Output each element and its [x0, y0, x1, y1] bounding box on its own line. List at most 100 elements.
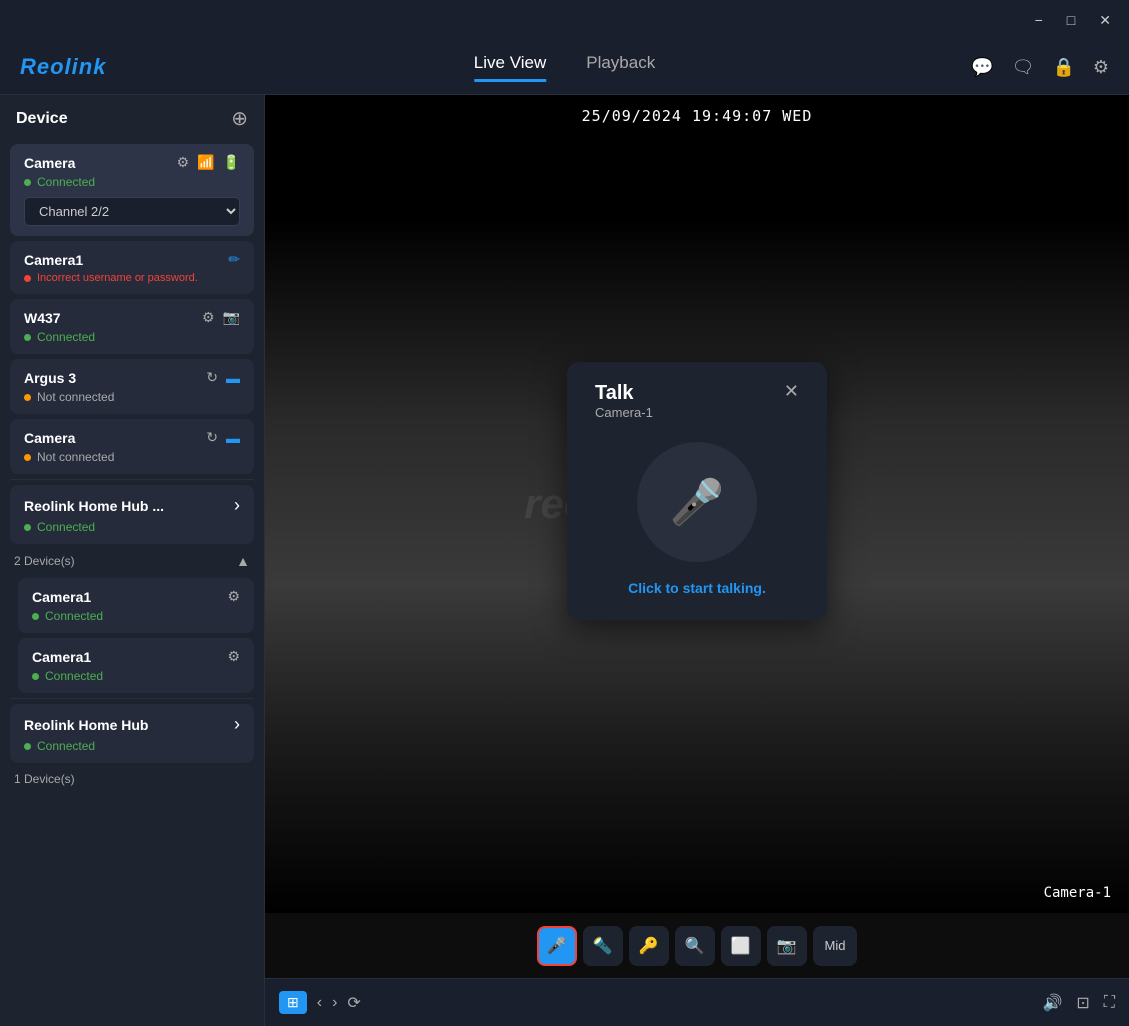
chevron-right-icon[interactable]: › — [234, 714, 240, 735]
chevron-right-icon[interactable]: › — [234, 495, 240, 516]
chat-icon-btn[interactable]: 💬 — [971, 57, 993, 78]
device-icons: ✏ — [228, 251, 240, 268]
device-group-hub2[interactable]: Reolink Home Hub › Connected — [10, 704, 254, 763]
talk-title-group: Talk Camera-1 — [595, 382, 653, 438]
refresh-icon[interactable]: ↻ — [206, 429, 218, 446]
sub-device-camera1-1[interactable]: Camera1 ⚙ Connected — [18, 578, 254, 633]
status-dot — [24, 179, 31, 186]
device-status: Incorrect username or password. — [24, 272, 240, 284]
device-status: Connected — [24, 175, 240, 189]
device-count-row-2: 1 Device(s) — [0, 768, 264, 790]
add-device-button[interactable]: ⊕ — [231, 109, 248, 129]
fullscreen-button[interactable]: ⛶ — [1104, 994, 1115, 1012]
status-dot — [24, 275, 31, 282]
status-label: Connected — [45, 609, 103, 623]
bottom-nav-left: ⊞ ‹ › ⟳ — [279, 991, 361, 1014]
device-status: Connected — [24, 330, 240, 344]
title-bar: − □ ✕ — [0, 0, 1129, 40]
bottom-toolbar: 🎤 🔦 🔑 🔍 ⬜ 📷 Mid — [265, 913, 1129, 978]
wifi-icon: 📶 — [197, 154, 214, 171]
refresh-icon[interactable]: ↻ — [206, 369, 218, 386]
close-button[interactable]: ✕ — [1093, 10, 1117, 31]
zoom-toolbar-button[interactable]: 🔍 — [675, 926, 715, 966]
camera-icon: 📷 — [223, 309, 240, 326]
device-card-camera-active[interactable]: Camera ⚙ 📶 🔋 Connected Channel 2/2 Chann… — [10, 144, 254, 236]
sidebar-header: Device ⊕ — [0, 95, 264, 139]
group-header: Reolink Home Hub › — [24, 714, 240, 735]
gear-icon[interactable]: ⚙ — [227, 648, 240, 665]
device-card-header: Camera1 ⚙ — [32, 648, 240, 665]
talk-title: Talk — [595, 382, 653, 405]
mic-toolbar-button[interactable]: 🎤 — [537, 926, 577, 966]
device-name: Camera1 — [32, 649, 91, 665]
pip-button[interactable]: ⊡ — [1076, 993, 1089, 1013]
gear-icon[interactable]: ⚙ — [202, 309, 215, 326]
device-icons: ⚙ 📶 🔋 — [177, 154, 240, 171]
screen-toolbar-button[interactable]: ⬜ — [721, 926, 761, 966]
status-dot — [24, 454, 31, 461]
main-layout: Device ⊕ Camera ⚙ 📶 🔋 Connected Channel … — [0, 95, 1129, 1026]
device-card-header: Camera1 ✏ — [24, 251, 240, 268]
battery-icon: ▬ — [226, 370, 240, 386]
talk-cta-text[interactable]: Click to start talking. — [595, 580, 799, 596]
device-card-camera1[interactable]: Camera1 ✏ Incorrect username or password… — [10, 241, 254, 294]
sidebar: Device ⊕ Camera ⚙ 📶 🔋 Connected Channel … — [0, 95, 265, 1026]
edit-icon[interactable]: ✏ — [228, 251, 240, 268]
tab-live-view[interactable]: Live View — [474, 53, 546, 82]
device-card-header: Argus 3 ↻ ▬ — [24, 369, 240, 386]
talk-close-button[interactable]: ✕ — [784, 382, 799, 400]
status-dot — [32, 613, 39, 620]
camera-label: Camera-1 — [1044, 885, 1111, 901]
bottom-nav-right: 🔊 ⊡ ⛶ — [1042, 993, 1115, 1013]
mic-button[interactable]: 🎤 — [637, 442, 757, 562]
device-card-argus3[interactable]: Argus 3 ↻ ▬ Not connected — [10, 359, 254, 414]
status-label: Connected — [37, 520, 95, 534]
gear-icon[interactable]: ⚙ — [227, 588, 240, 605]
window-controls: − □ ✕ — [1029, 10, 1117, 31]
grid-view-button[interactable]: ⊞ — [279, 991, 307, 1014]
gear-icon[interactable]: ⚙ — [177, 154, 190, 171]
microphone-icon: 🎤 — [670, 476, 725, 528]
group-name: Reolink Home Hub ... — [24, 498, 164, 514]
status-dot — [24, 334, 31, 341]
channel-select[interactable]: Channel 2/2 Channel 1/2 — [24, 197, 240, 226]
light-toolbar-button[interactable]: 🔦 — [583, 926, 623, 966]
snapshot-toolbar-button[interactable]: 📷 — [767, 926, 807, 966]
tab-playback[interactable]: Playback — [586, 53, 655, 82]
prev-button[interactable]: ‹ — [317, 994, 322, 1012]
device-card-w437[interactable]: W437 ⚙ 📷 Connected — [10, 299, 254, 354]
settings-icon-btn[interactable]: ⚙ — [1093, 57, 1109, 78]
device-status: Connected — [24, 739, 240, 753]
sub-device-camera1-2[interactable]: Camera1 ⚙ Connected — [18, 638, 254, 693]
battery-icon: ▬ — [226, 430, 240, 446]
device-name: Camera1 — [32, 589, 91, 605]
device-icons: ⚙ 📷 — [202, 309, 240, 326]
minimize-button[interactable]: − — [1029, 10, 1049, 31]
device-name: Argus 3 — [24, 370, 76, 386]
device-card-header: W437 ⚙ 📷 — [24, 309, 240, 326]
group-header: Reolink Home Hub ... › — [24, 495, 240, 516]
volume-button[interactable]: 🔊 — [1042, 993, 1062, 1013]
device-count-row: 2 Device(s) ▲ — [0, 549, 264, 573]
device-icons: ↻ ▬ — [206, 429, 240, 446]
key-toolbar-button[interactable]: 🔑 — [629, 926, 669, 966]
divider — [10, 698, 254, 699]
next-button[interactable]: › — [332, 994, 337, 1012]
device-group-hub1[interactable]: Reolink Home Hub ... › Connected — [10, 485, 254, 544]
refresh-button[interactable]: ⟳ — [347, 993, 360, 1013]
collapse-icon[interactable]: ▲ — [236, 553, 250, 569]
device-card-camera-notconn[interactable]: Camera ↻ ▬ Not connected — [10, 419, 254, 474]
video-timestamp: 25/09/2024 19:49:07 WED — [582, 107, 813, 125]
device-status: Not connected — [24, 390, 240, 404]
status-dot — [32, 673, 39, 680]
device-icons: › — [234, 714, 240, 735]
message-icon-btn[interactable]: 🗨 — [1012, 57, 1035, 78]
quality-toolbar-button[interactable]: Mid — [813, 926, 858, 966]
top-nav: Reolink Live View Playback 💬 🗨 🔒 ⚙ — [0, 40, 1129, 95]
maximize-button[interactable]: □ — [1061, 10, 1081, 31]
lock-icon-btn[interactable]: 🔒 — [1052, 57, 1074, 78]
device-status: Connected — [32, 609, 240, 623]
status-label: Connected — [37, 330, 95, 344]
talk-dialog-header: Talk Camera-1 ✕ — [595, 382, 799, 438]
device-name: Camera — [24, 430, 75, 446]
